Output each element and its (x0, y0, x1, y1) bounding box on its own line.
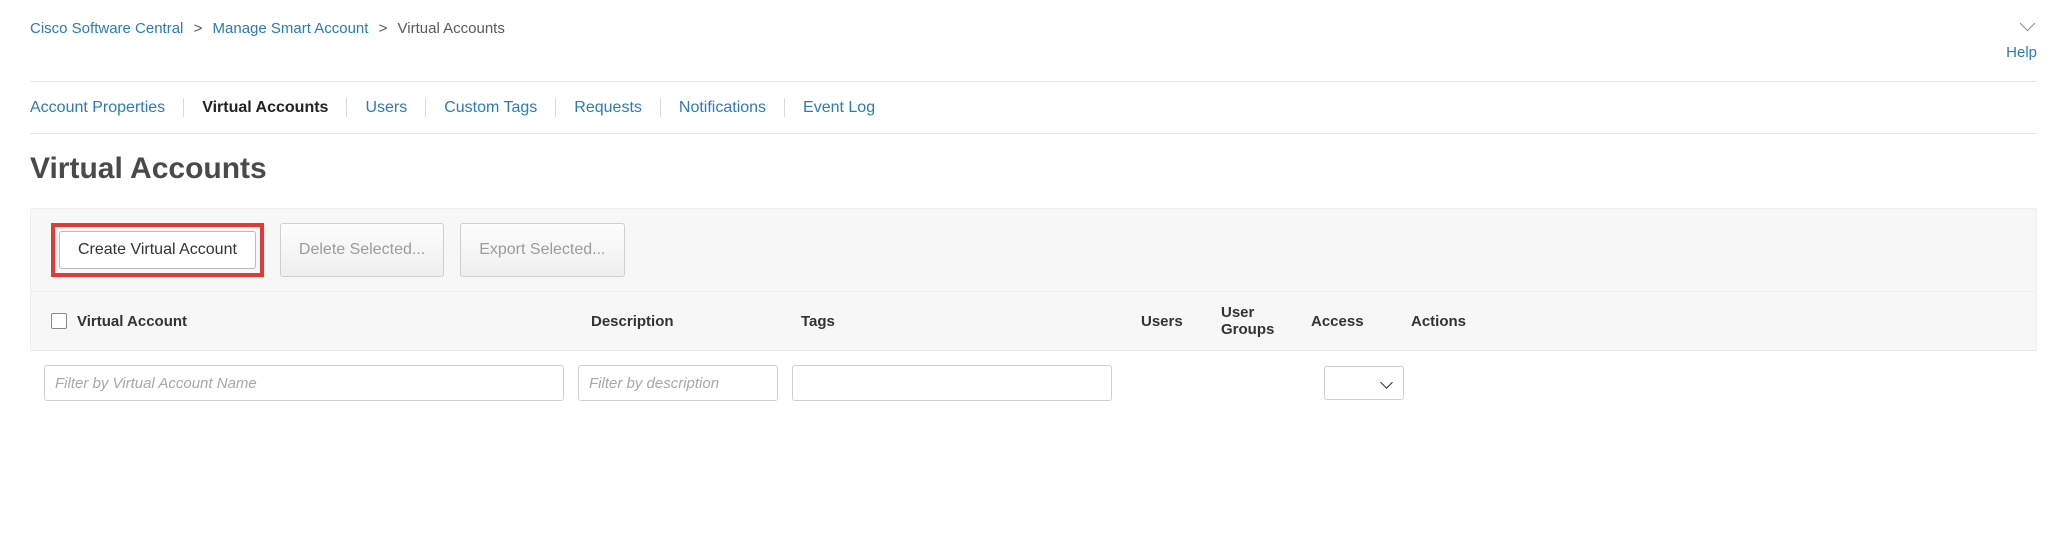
breadcrumb-current: Virtual Accounts (398, 20, 505, 37)
column-header-access[interactable]: Access (1311, 313, 1411, 330)
page-title: Virtual Accounts (30, 152, 2037, 186)
export-selected-button[interactable]: Export Selected... (460, 223, 624, 277)
create-virtual-account-button[interactable]: Create Virtual Account (59, 231, 256, 269)
callout-highlight: Create Virtual Account (51, 223, 264, 277)
column-header-user-groups[interactable]: User Groups (1221, 304, 1311, 338)
breadcrumb: Cisco Software Central > Manage Smart Ac… (30, 20, 505, 37)
tab-notifications[interactable]: Notifications (661, 98, 785, 117)
tabs-nav: Account Properties Virtual Accounts User… (30, 82, 2037, 133)
toolbar: Create Virtual Account Delete Selected..… (30, 208, 2037, 292)
column-header-virtual-account[interactable]: Virtual Account (77, 313, 187, 330)
column-header-description[interactable]: Description (591, 313, 801, 330)
tab-virtual-accounts[interactable]: Virtual Accounts (184, 98, 347, 117)
column-header-actions: Actions (1411, 313, 2016, 330)
column-header-users[interactable]: Users (1141, 313, 1221, 330)
filter-tags-input[interactable] (792, 365, 1112, 401)
breadcrumb-link-cisco-software-central[interactable]: Cisco Software Central (30, 20, 183, 37)
breadcrumb-separator: > (379, 20, 388, 37)
filter-virtual-account-name-input[interactable] (44, 365, 564, 401)
tab-account-properties[interactable]: Account Properties (30, 98, 184, 117)
select-all-checkbox[interactable] (51, 313, 67, 329)
tab-users[interactable]: Users (347, 98, 426, 117)
divider (30, 133, 2037, 134)
filter-description-input[interactable] (578, 365, 778, 401)
tab-event-log[interactable]: Event Log (785, 98, 893, 117)
tab-requests[interactable]: Requests (556, 98, 661, 117)
breadcrumb-link-manage-smart-account[interactable]: Manage Smart Account (213, 20, 369, 37)
delete-selected-button[interactable]: Delete Selected... (280, 223, 444, 277)
column-header-tags[interactable]: Tags (801, 313, 1141, 330)
breadcrumb-separator: > (194, 20, 203, 37)
filters-row (30, 351, 2037, 401)
chevron-down-icon[interactable] (2019, 20, 2037, 30)
filter-access-select[interactable] (1324, 366, 1404, 400)
table-header-row: Virtual Account Description Tags Users U… (30, 292, 2037, 351)
help-link[interactable]: Help (2006, 44, 2037, 61)
tab-custom-tags[interactable]: Custom Tags (426, 98, 556, 117)
